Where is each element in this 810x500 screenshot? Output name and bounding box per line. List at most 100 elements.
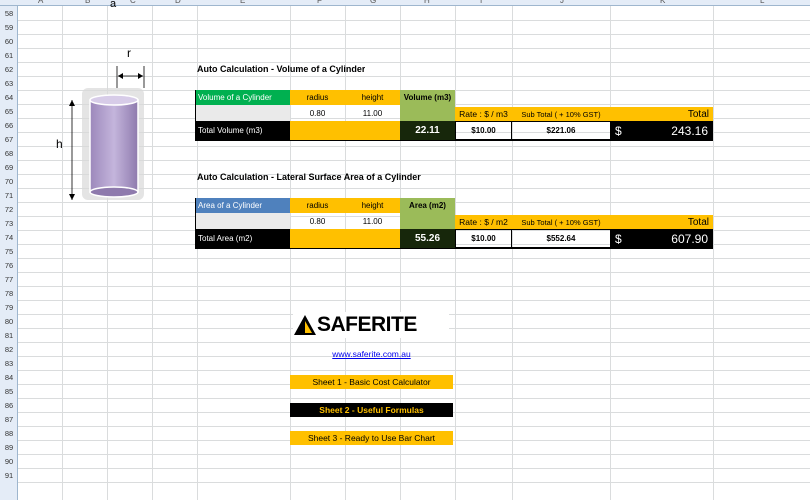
area-subtotal-label[interactable]: Sub Total ( + 10% GST) — [512, 215, 610, 229]
saferite-logo: SAFE RITE — [293, 312, 449, 338]
row-number[interactable]: 68 — [0, 147, 18, 161]
column-gridline — [610, 6, 611, 500]
area-name-label[interactable]: Area of a Cylinder — [195, 198, 290, 213]
row-number[interactable]: 73 — [0, 217, 18, 231]
row-number[interactable]: 71 — [0, 189, 18, 203]
row-number[interactable]: 62 — [0, 63, 18, 77]
volume-result-header[interactable]: Volume (m3) — [400, 90, 455, 105]
row-number[interactable]: 63 — [0, 77, 18, 91]
volume-total-header[interactable]: Total — [610, 107, 713, 121]
row-number[interactable]: 65 — [0, 105, 18, 119]
area-total-header[interactable]: Total — [610, 215, 713, 229]
website-link[interactable]: www.saferite.com.au — [290, 348, 453, 360]
column-gridline — [512, 6, 513, 500]
area-currency-symbol: $ — [615, 231, 622, 246]
area-total-label[interactable]: Total Area (m2) — [195, 229, 290, 248]
area-grand-total-cell[interactable]: $ 607.90 — [610, 229, 713, 248]
row-number[interactable]: 66 — [0, 119, 18, 133]
col-header-d[interactable]: D — [175, 0, 181, 5]
area-radius-header[interactable]: radius — [290, 198, 345, 213]
volume-currency-symbol: $ — [615, 123, 622, 138]
row-number[interactable]: 64 — [0, 91, 18, 105]
area-radius-value[interactable]: 0.80 — [290, 213, 345, 229]
col-header-c[interactable]: C — [130, 0, 136, 5]
row-number[interactable]: 84 — [0, 371, 18, 385]
row-number[interactable]: 79 — [0, 301, 18, 315]
col-header-j[interactable]: J — [560, 0, 564, 5]
row-number[interactable]: 58 — [0, 7, 18, 21]
col-header-h[interactable]: H — [424, 0, 430, 5]
area-table-left-border — [195, 198, 196, 248]
row-number[interactable]: 82 — [0, 343, 18, 357]
volume-table-left-border — [195, 90, 196, 140]
row-gridline — [18, 342, 810, 343]
column-header-bar: A B C D E F G H I J K L — [0, 0, 810, 6]
volume-radius-value[interactable]: 0.80 — [290, 105, 345, 121]
row-number[interactable]: 74 — [0, 231, 18, 245]
volume-total-label[interactable]: Total Volume (m3) — [195, 121, 290, 140]
volume-total-value[interactable]: 22.11 — [400, 121, 455, 140]
col-header-g[interactable]: G — [370, 0, 376, 5]
sheet2-link-button[interactable]: Sheet 2 - Useful Formulas — [290, 403, 453, 417]
volume-grand-total: 243.16 — [671, 123, 708, 138]
col-header-e[interactable]: E — [240, 0, 245, 5]
area-total-orange-cell[interactable] — [290, 229, 400, 248]
row-header-bar: 58 59 60 61 62 63 64 65 66 67 68 69 70 71 72 73 74 75 76 77… — [0, 6, 18, 500]
row-number[interactable]: 75 — [0, 245, 18, 259]
area-result-blank[interactable] — [400, 213, 455, 229]
row-number[interactable]: 60 — [0, 35, 18, 49]
row-number[interactable]: 70 — [0, 175, 18, 189]
area-total-value[interactable]: 55.26 — [400, 229, 455, 248]
row-number[interactable]: 88 — [0, 427, 18, 441]
row-number[interactable]: 59 — [0, 21, 18, 35]
column-gridline — [345, 6, 346, 500]
area-subtotal-value[interactable]: $552.64 — [512, 229, 610, 248]
row-number[interactable]: 89 — [0, 441, 18, 455]
row-number[interactable]: 86 — [0, 399, 18, 413]
volume-rate-label[interactable]: Rate : $ / m3 — [455, 107, 512, 121]
row-number[interactable]: 72 — [0, 203, 18, 217]
area-result-header[interactable]: Area (m2) — [400, 198, 455, 213]
volume-total-orange-cell[interactable] — [290, 121, 400, 140]
row-number[interactable]: 76 — [0, 259, 18, 273]
area-rate-label[interactable]: Rate : $ / m2 — [455, 215, 512, 229]
row-number[interactable]: 80 — [0, 315, 18, 329]
volume-blank-cell[interactable] — [195, 105, 290, 121]
row-number[interactable]: 90 — [0, 455, 18, 469]
col-header-b[interactable]: B — [85, 0, 90, 5]
area-blank-cell[interactable] — [195, 213, 290, 229]
row-number[interactable]: 69 — [0, 161, 18, 175]
row-number[interactable]: 81 — [0, 329, 18, 343]
sheet1-link-button[interactable]: Sheet 1 - Basic Cost Calculator — [290, 375, 453, 389]
row-gridline — [18, 468, 810, 469]
area-height-header[interactable]: height — [345, 198, 400, 213]
col-header-k[interactable]: K — [660, 0, 665, 5]
volume-radius-header[interactable]: radius — [290, 90, 345, 105]
col-header-l[interactable]: L — [760, 0, 764, 5]
volume-result-blank[interactable] — [400, 105, 455, 121]
volume-name-label[interactable]: Volume of a Cylinder — [195, 90, 290, 105]
volume-rate-value[interactable]: $10.00 — [455, 121, 512, 140]
volume-subtotal-value[interactable]: $221.06 — [512, 121, 610, 140]
row-number[interactable]: 77 — [0, 273, 18, 287]
row-number[interactable]: 91 — [0, 469, 18, 483]
volume-height-value[interactable]: 11.00 — [345, 105, 400, 121]
col-header-f[interactable]: F — [317, 0, 322, 5]
area-height-value[interactable]: 11.00 — [345, 213, 400, 229]
volume-height-header[interactable]: height — [345, 90, 400, 105]
volume-title: Auto Calculation - Volume of a Cylinder — [197, 64, 366, 74]
col-header-i[interactable]: I — [480, 0, 482, 5]
row-gridline — [18, 20, 810, 21]
volume-grand-total-cell[interactable]: $ 243.16 — [610, 121, 713, 140]
area-rate-value[interactable]: $10.00 — [455, 229, 512, 248]
row-number[interactable]: 85 — [0, 385, 18, 399]
row-number[interactable]: 78 — [0, 287, 18, 301]
row-number[interactable]: 83 — [0, 357, 18, 371]
logo-text-rite: RITE — [371, 313, 417, 336]
col-header-a[interactable]: A — [38, 0, 43, 5]
volume-subtotal-label[interactable]: Sub Total ( + 10% GST) — [512, 107, 610, 121]
row-number[interactable]: 67 — [0, 133, 18, 147]
sheet3-link-button[interactable]: Sheet 3 - Ready to Use Bar Chart — [290, 431, 453, 445]
row-number[interactable]: 61 — [0, 49, 18, 63]
row-number[interactable]: 87 — [0, 413, 18, 427]
